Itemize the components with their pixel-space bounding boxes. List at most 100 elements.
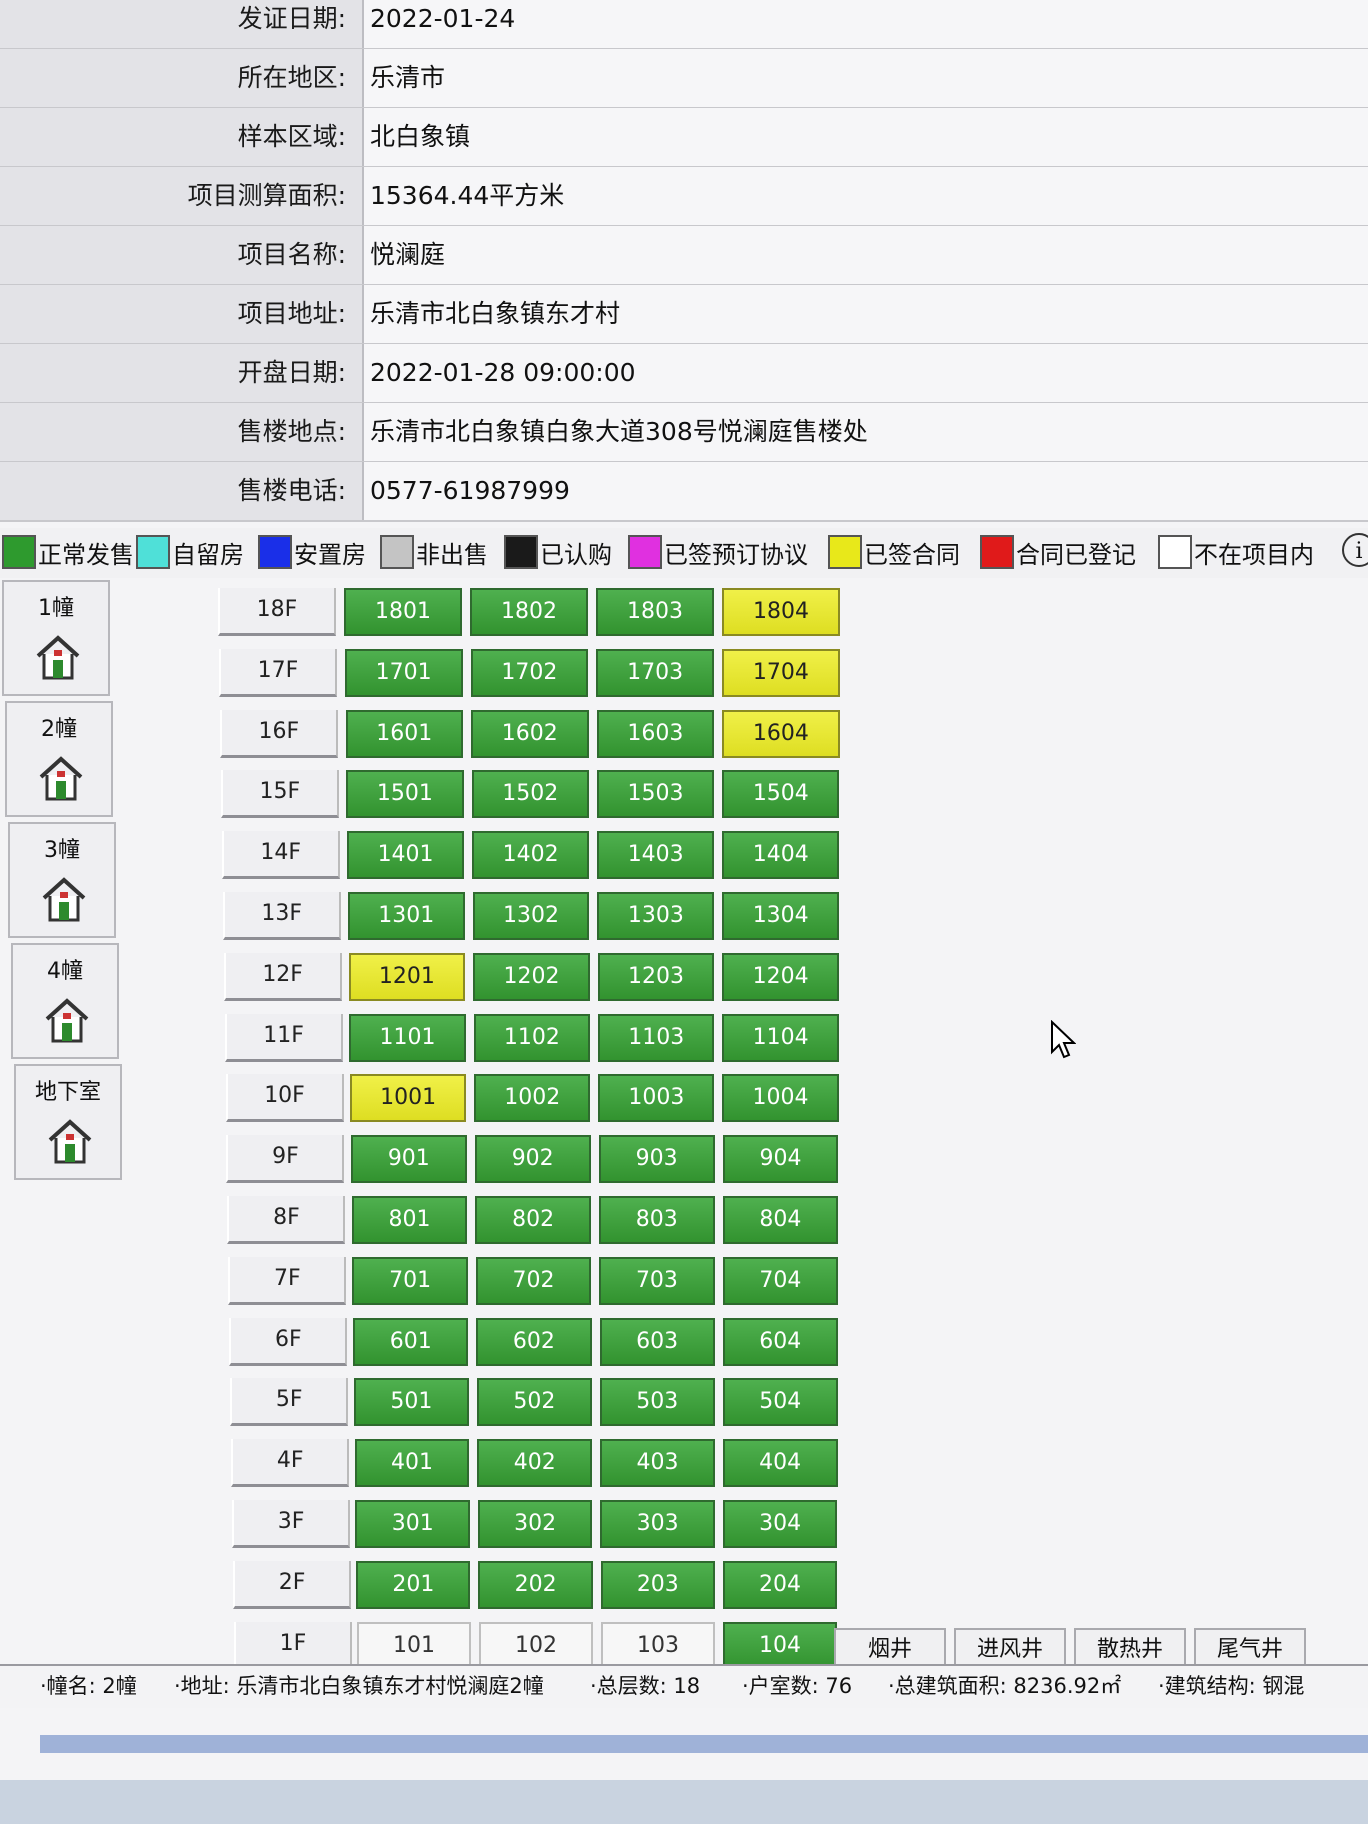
unit-cell[interactable]: 1601 bbox=[345, 709, 464, 758]
info-value: 北白象镇 bbox=[364, 108, 1368, 166]
info-label: 项目地址: bbox=[0, 285, 362, 343]
unit-cell[interactable]: 1104 bbox=[722, 1013, 839, 1062]
unit-cell[interactable]: 902 bbox=[474, 1135, 591, 1184]
info-row: 所在地区: 乐清市 bbox=[0, 49, 1368, 109]
info-icon[interactable]: i bbox=[1342, 533, 1368, 567]
unit-cell[interactable]: 701 bbox=[352, 1256, 468, 1305]
unit-cell[interactable]: 202 bbox=[478, 1560, 593, 1609]
status-legend: i 正常发售 自留房 安置房 非出售 已认购 已签预订协议 已签合同 合同已登记 不在项目内 bbox=[0, 528, 1368, 578]
unit-cell[interactable]: 1102 bbox=[473, 1013, 591, 1062]
unit-cell[interactable]: 302 bbox=[477, 1500, 593, 1548]
unit-cell[interactable]: 402 bbox=[477, 1439, 593, 1488]
unit-cell[interactable]: 703 bbox=[599, 1256, 715, 1305]
unit-cell[interactable]: 1803 bbox=[596, 588, 714, 636]
unit-cell[interactable]: 1602 bbox=[471, 709, 589, 758]
building-tab-label: 4幢 bbox=[47, 959, 83, 984]
floor-label: 1F bbox=[234, 1621, 352, 1670]
unit-cell[interactable]: 1403 bbox=[597, 831, 715, 880]
unit-cell[interactable]: 303 bbox=[600, 1500, 715, 1548]
floor-label: 4F bbox=[231, 1439, 350, 1488]
unit-cell[interactable]: 203 bbox=[600, 1560, 715, 1609]
unit-cell[interactable]: 1701 bbox=[344, 648, 463, 697]
unit-cell[interactable]: 1603 bbox=[596, 709, 715, 758]
unit-cell[interactable]: 1002 bbox=[474, 1074, 591, 1123]
legend-label: 已签预订协议 bbox=[664, 541, 808, 569]
unit-cell[interactable]: 802 bbox=[475, 1196, 591, 1244]
unit-cell[interactable]: 1304 bbox=[722, 892, 840, 940]
building-tab[interactable]: 3幢 bbox=[8, 822, 116, 938]
unit-cell[interactable]: 204 bbox=[722, 1560, 838, 1609]
building-tab[interactable]: 1幢 bbox=[2, 580, 110, 696]
unit-cell[interactable]: 1201 bbox=[348, 952, 466, 1001]
unit-cell[interactable]: 1303 bbox=[597, 892, 715, 940]
unit-cell[interactable]: 804 bbox=[722, 1196, 839, 1244]
legend-swatch bbox=[828, 535, 862, 569]
unit-cell[interactable]: 1202 bbox=[473, 952, 590, 1001]
unit-cell[interactable]: 104 bbox=[723, 1621, 837, 1670]
unit-cell[interactable]: 1702 bbox=[470, 648, 589, 697]
unit-cell[interactable]: 603 bbox=[599, 1317, 715, 1366]
unit-cell[interactable]: 704 bbox=[722, 1256, 839, 1305]
unit-cell[interactable]: 503 bbox=[599, 1378, 715, 1427]
unit-cell[interactable]: 803 bbox=[598, 1196, 715, 1244]
unit-cell[interactable]: 304 bbox=[722, 1500, 838, 1548]
unit-cell[interactable]: 904 bbox=[722, 1135, 839, 1184]
building-tab[interactable]: 2幢 bbox=[5, 701, 113, 817]
unit-cell[interactable]: 401 bbox=[354, 1439, 470, 1488]
unit-cell[interactable]: 101 bbox=[357, 1621, 471, 1670]
house-icon bbox=[34, 632, 82, 682]
unit-cell[interactable]: 501 bbox=[353, 1378, 469, 1427]
unit-cell[interactable]: 301 bbox=[355, 1500, 470, 1548]
unit-cell[interactable]: 1203 bbox=[597, 952, 715, 1001]
building-tab-label: 地下室 bbox=[34, 1080, 101, 1105]
building-tab[interactable]: 4幢 bbox=[11, 943, 119, 1059]
info-row: 样本区域: 北白象镇 bbox=[0, 108, 1368, 168]
info-value: 乐清市北白象镇东才村 bbox=[364, 285, 1368, 343]
unit-cell[interactable]: 901 bbox=[350, 1135, 467, 1184]
unit-cell[interactable]: 1804 bbox=[722, 588, 840, 636]
legend-label: 已认购 bbox=[540, 541, 612, 569]
unit-cell[interactable]: 103 bbox=[601, 1621, 715, 1670]
unit-cell[interactable]: 1502 bbox=[471, 770, 589, 819]
unit-cell[interactable]: 1001 bbox=[350, 1074, 467, 1123]
unit-cell[interactable]: 1103 bbox=[598, 1013, 715, 1062]
unit-cell[interactable]: 1503 bbox=[596, 770, 715, 819]
unit-cell[interactable]: 604 bbox=[722, 1317, 838, 1366]
floor-label: 5F bbox=[230, 1378, 349, 1427]
legend-swatch bbox=[1158, 535, 1192, 569]
unit-cell[interactable]: 403 bbox=[600, 1439, 715, 1488]
unit-cell[interactable]: 1704 bbox=[722, 648, 840, 697]
unit-cell[interactable]: 1504 bbox=[722, 770, 840, 819]
legend-label: 非出售 bbox=[416, 541, 488, 569]
info-value: 悦澜庭 bbox=[364, 226, 1368, 284]
unit-cell[interactable]: 1004 bbox=[722, 1074, 839, 1123]
unit-cell[interactable]: 102 bbox=[479, 1621, 593, 1670]
info-value: 乐清市北白象镇白象大道308号悦澜庭售楼处 bbox=[364, 403, 1368, 461]
unit-cell[interactable]: 1302 bbox=[472, 892, 590, 940]
unit-cell[interactable]: 404 bbox=[722, 1439, 838, 1488]
unit-cell[interactable]: 903 bbox=[598, 1135, 715, 1184]
unit-cell[interactable]: 1402 bbox=[472, 831, 590, 880]
unit-cell[interactable]: 1101 bbox=[349, 1013, 466, 1062]
unit-cell[interactable]: 1604 bbox=[722, 709, 840, 758]
unit-cell[interactable]: 1003 bbox=[598, 1074, 715, 1123]
unit-cell[interactable]: 702 bbox=[475, 1256, 592, 1305]
unit-cell[interactable]: 1703 bbox=[596, 648, 715, 697]
floor-label: 7F bbox=[228, 1256, 347, 1305]
unit-cell[interactable]: 601 bbox=[353, 1317, 469, 1366]
info-label: 开盘日期: bbox=[0, 344, 362, 402]
unit-cell[interactable]: 1301 bbox=[347, 892, 465, 940]
status-structure: ·建筑结构: 钢混 bbox=[1158, 1674, 1305, 1698]
unit-cell[interactable]: 1801 bbox=[344, 588, 462, 636]
unit-cell[interactable]: 801 bbox=[351, 1196, 468, 1244]
unit-cell[interactable]: 1404 bbox=[722, 831, 840, 880]
unit-cell[interactable]: 502 bbox=[476, 1378, 592, 1427]
unit-cell[interactable]: 1204 bbox=[722, 952, 839, 1001]
unit-cell[interactable]: 1802 bbox=[470, 588, 588, 636]
building-tab[interactable]: 地下室 bbox=[14, 1064, 122, 1180]
unit-cell[interactable]: 1501 bbox=[346, 770, 464, 819]
unit-cell[interactable]: 602 bbox=[476, 1317, 592, 1366]
unit-cell[interactable]: 201 bbox=[356, 1560, 471, 1609]
unit-cell[interactable]: 1401 bbox=[347, 831, 465, 880]
unit-cell[interactable]: 504 bbox=[722, 1378, 838, 1427]
